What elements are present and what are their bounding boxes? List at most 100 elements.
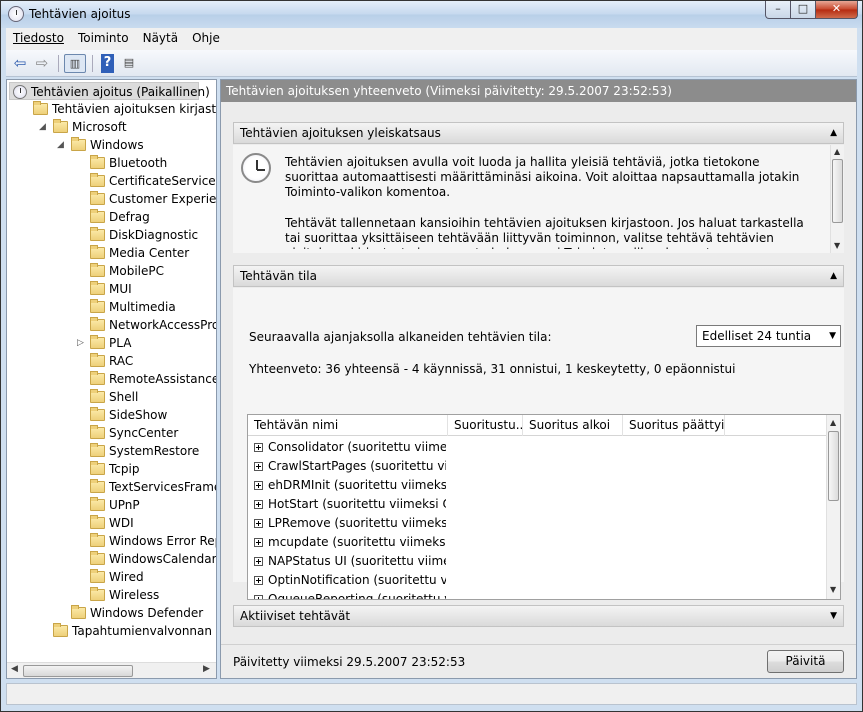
horizontal-scrollbar[interactable]: ◀ ▶: [7, 662, 216, 678]
expand-plus-icon[interactable]: [254, 481, 263, 490]
scroll-thumb[interactable]: [23, 665, 133, 677]
table-row[interactable]: LPRemove (suoritettu viimeksi ...: [254, 514, 446, 533]
scroll-thumb[interactable]: [832, 159, 843, 223]
tree-node-windows-child[interactable]: Windows Error Repo: [90, 532, 216, 550]
tree-node-windows-child[interactable]: SystemRestore: [90, 442, 199, 460]
table-row[interactable]: HotStart (suoritettu viimeksi On...: [254, 495, 446, 514]
tree-node-windows-child[interactable]: DiskDiagnostic: [90, 226, 198, 244]
expand-plus-icon[interactable]: [254, 576, 263, 585]
maximize-button[interactable]: □: [790, 1, 816, 19]
tree-node-windows-child[interactable]: RemoteAssistance: [90, 370, 216, 388]
menu-view[interactable]: Näytä: [136, 28, 186, 45]
table-row[interactable]: OqueueReporting (suoritettu vi...: [254, 590, 446, 599]
back-arrow-icon[interactable]: ⇦: [10, 54, 30, 73]
title-bar[interactable]: Tehtävien ajoitus – □ ✕: [1, 1, 862, 28]
show-hide-console-tree-icon[interactable]: ▥: [64, 54, 86, 73]
forward-arrow-icon[interactable]: ⇨: [32, 54, 52, 73]
expand-plus-icon[interactable]: [254, 557, 263, 566]
expand-plus-icon[interactable]: [254, 500, 263, 509]
tree-node-windows-child[interactable]: NetworkAccessProt: [90, 316, 216, 334]
tree-node-event-viewer[interactable]: Tapahtumienvalvonnan teh: [53, 622, 216, 640]
tree-node-windows-child[interactable]: Tcpip: [90, 460, 139, 478]
column-header-run-result[interactable]: Suoritustu...: [448, 415, 523, 436]
menu-file[interactable]: Tiedosto: [6, 28, 71, 45]
scroll-down-icon[interactable]: ▼: [834, 241, 840, 250]
task-name: Consolidator (suoritettu viimek...: [268, 440, 446, 454]
tree-node-microsoft[interactable]: Microsoft: [53, 118, 127, 136]
overview-title: Tehtävien ajoituksen yleiskatsaus: [240, 126, 441, 140]
tree-node-windows-child[interactable]: MobilePC: [90, 262, 164, 280]
help-icon[interactable]: ?: [101, 54, 114, 73]
scroll-down-icon[interactable]: ▼: [830, 585, 836, 594]
period-select[interactable]: Edelliset 24 tuntia ▼: [696, 325, 841, 347]
folder-icon: [90, 317, 105, 331]
overview-section-header[interactable]: Tehtävien ajoituksen yleiskatsaus ▲: [233, 122, 844, 144]
tree-node-library[interactable]: Tehtävien ajoituksen kirjasto: [33, 100, 216, 118]
table-row[interactable]: mcupdate (suoritettu viimeksi ...: [254, 533, 446, 552]
tree-node-windows-child[interactable]: CertificateServicesC: [90, 172, 216, 190]
collapse-caret-icon[interactable]: ▲: [830, 266, 837, 286]
menu-action[interactable]: Toiminto: [71, 28, 136, 45]
table-row[interactable]: NAPStatus UI (suoritettu viimek...: [254, 552, 446, 571]
tree-node-windows[interactable]: Windows: [71, 136, 144, 154]
tree-node-windows-child[interactable]: TextServicesFramew: [90, 478, 216, 496]
column-header-run-start[interactable]: Suoritus alkoi: [523, 415, 623, 436]
scroll-left-icon[interactable]: ◀: [11, 664, 18, 674]
expand-plus-icon[interactable]: [254, 519, 263, 528]
task-status-section-header[interactable]: Tehtävän tila ▲: [233, 265, 844, 287]
tree-node-windows-child[interactable]: Multimedia: [90, 298, 176, 316]
list-scrollbar[interactable]: ▲ ▼: [826, 415, 840, 599]
refresh-button[interactable]: Päivitä: [767, 650, 844, 673]
clock-icon: [241, 153, 271, 183]
scroll-thumb[interactable]: [828, 431, 839, 501]
tree-node-windows-child[interactable]: MUI: [90, 280, 132, 298]
minimize-button[interactable]: –: [765, 1, 791, 19]
menu-help[interactable]: Ohje: [185, 28, 227, 45]
tree-node-windows-child[interactable]: Wired: [90, 568, 144, 586]
expand-icon[interactable]: ▷: [77, 334, 84, 352]
collapse-caret-icon[interactable]: ▲: [830, 123, 837, 143]
summary-content: Tehtävien ajoituksen yleiskatsaus ▲ Teht…: [221, 102, 856, 644]
scroll-right-icon[interactable]: ▶: [203, 664, 210, 674]
tree-node-windows-child[interactable]: SyncCenter: [90, 424, 178, 442]
collapse-icon[interactable]: ◢: [39, 118, 46, 136]
tree-node-windows-child[interactable]: PLA: [90, 334, 131, 352]
tree-node-windows-child[interactable]: WindowsCalendar: [90, 550, 216, 568]
tree-node-windows-child[interactable]: Defrag: [90, 208, 150, 226]
tree-node-windows-defender[interactable]: Windows Defender: [71, 604, 203, 622]
scroll-up-icon[interactable]: ▲: [834, 147, 840, 156]
expand-plus-icon[interactable]: [254, 443, 263, 452]
tree-node-windows-child[interactable]: Media Center: [90, 244, 189, 262]
tree-node-windows-child[interactable]: RAC: [90, 352, 133, 370]
close-button[interactable]: ✕: [815, 1, 858, 19]
tree-node-windows-child[interactable]: UPnP: [90, 496, 140, 514]
expand-plus-icon[interactable]: [254, 595, 263, 599]
task-name: CrawlStartPages (suoritettu vii...: [268, 459, 446, 473]
table-row[interactable]: CrawlStartPages (suoritettu vii...: [254, 457, 446, 476]
tree-node-windows-child[interactable]: Shell: [90, 388, 138, 406]
column-header-task-name[interactable]: Tehtävän nimi: [248, 415, 448, 436]
table-row[interactable]: OptinNotification (suoritettu vii...: [254, 571, 446, 590]
task-name: NAPStatus UI (suoritettu viimek...: [268, 554, 446, 568]
table-row[interactable]: ehDRMInit (suoritettu viimeksi ...: [254, 476, 446, 495]
collapse-icon[interactable]: ◢: [57, 136, 64, 154]
column-header-run-end[interactable]: Suoritus päättyi: [623, 415, 725, 436]
expand-caret-icon[interactable]: ▼: [830, 606, 837, 626]
task-status-list[interactable]: Tehtävän nimi Suoritustu... Suoritus alk…: [247, 414, 841, 600]
tree-node-windows-child[interactable]: Customer Experienc: [90, 190, 216, 208]
overview-scrollbar[interactable]: ▲ ▼: [830, 145, 844, 253]
properties-icon[interactable]: ▤: [119, 54, 139, 73]
expand-plus-icon[interactable]: [254, 538, 263, 547]
tree-node-windows-child[interactable]: Bluetooth: [90, 154, 167, 172]
tree-node-windows-child[interactable]: SideShow: [90, 406, 167, 424]
table-row[interactable]: Consolidator (suoritettu viimek...: [254, 438, 446, 457]
tree-node-windows-child[interactable]: Wireless: [90, 586, 159, 604]
tree-node-windows-child[interactable]: WDI: [90, 514, 134, 532]
tree-node-root[interactable]: Tehtävien ajoitus (Paikallinen): [9, 82, 210, 100]
active-tasks-section-header[interactable]: Aktiiviset tehtävät ▼: [233, 605, 844, 627]
scroll-up-icon[interactable]: ▲: [830, 418, 836, 427]
toolbar-separator: [92, 55, 93, 72]
overview-paragraph-1: Tehtävien ajoituksen avulla voit luoda j…: [285, 155, 800, 199]
expand-plus-icon[interactable]: [254, 462, 263, 471]
chevron-down-icon[interactable]: ▼: [829, 326, 836, 346]
